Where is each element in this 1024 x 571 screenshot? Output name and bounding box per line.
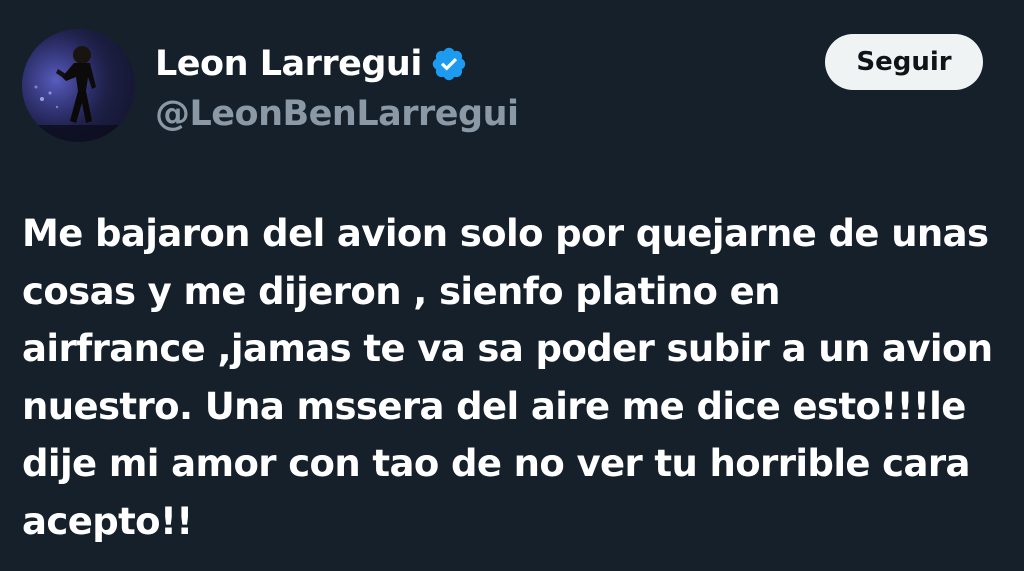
tweet-text-line: cosas y me dijeron , sienfo platino en <box>22 269 780 313</box>
tweet-text-line: acepto!! <box>22 499 193 543</box>
tweet-text: Me bajaron del avion solo por quejarne d… <box>22 205 1007 550</box>
author-name-row: Leon Larregui <box>155 40 518 88</box>
tweet-text-line: Me bajaron del avion solo por quejarne d… <box>22 212 989 255</box>
tweet-card: Leon Larregui @LeonBenLarregui Seguir Me… <box>0 0 1024 571</box>
tweet-text-line: dije mi amor con tao de no ver tu horrib… <box>22 442 971 485</box>
follow-button[interactable]: Seguir <box>825 34 983 90</box>
author-handle[interactable]: @LeonBenLarregui <box>155 94 519 134</box>
tweet-text-line: nuestro. Una mssera del aire me dice est… <box>22 384 966 428</box>
verified-badge-icon[interactable] <box>430 45 468 83</box>
tweet-text-line: airfrance ,jamas te va sa poder subir a … <box>22 327 993 370</box>
author-display-name[interactable]: Leon Larregui <box>155 44 422 84</box>
avatar[interactable] <box>22 29 135 142</box>
performer-avatar-icon <box>22 29 135 142</box>
author-block: Leon Larregui @LeonBenLarregui <box>155 40 519 134</box>
